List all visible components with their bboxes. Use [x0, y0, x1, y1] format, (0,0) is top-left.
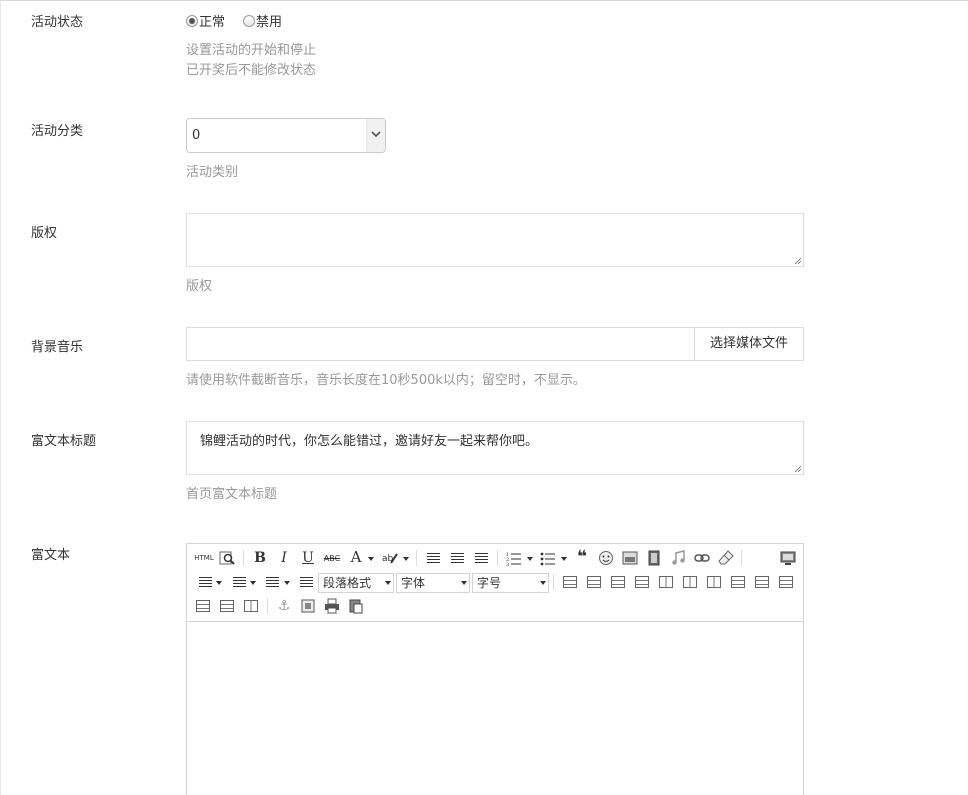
copyright-label: 版权: [31, 226, 58, 241]
blockquote-icon[interactable]: ❝: [573, 547, 591, 567]
music-help: 请使用软件截断音乐，音乐长度在10秒500k以内；留空时，不显示。: [186, 373, 586, 388]
status-label: 活动状态: [31, 15, 84, 30]
chevron-down-icon: [366, 119, 385, 152]
ordered-list-icon[interactable]: 123: [505, 549, 523, 567]
caret-down-icon[interactable]: [284, 581, 290, 585]
music-input-group: 选择媒体文件: [186, 327, 804, 361]
line-height-icon[interactable]: [263, 573, 281, 591]
font-family-select[interactable]: 字体: [396, 573, 470, 593]
insert-table-icon[interactable]: [561, 573, 579, 591]
image-icon[interactable]: [621, 549, 639, 567]
preview-icon[interactable]: [218, 549, 236, 567]
rich-text-label: 富文本: [31, 548, 71, 563]
indent-icon[interactable]: [297, 573, 315, 591]
status-help-1: 设置活动的开始和停止: [186, 43, 317, 58]
paste-icon[interactable]: [347, 597, 365, 615]
merge-cells-icon[interactable]: [729, 573, 747, 591]
toolbar-separator: [267, 598, 268, 614]
rich-text-editor: HTML B I U ABC A ab 123 ❝ 段落格式 字体 字号 ⚓: [186, 543, 804, 795]
insert-row-icon[interactable]: [633, 573, 651, 591]
split-cells-icon[interactable]: [194, 597, 212, 615]
category-help: 活动类别: [186, 165, 239, 180]
editor-content-area[interactable]: [187, 623, 803, 795]
caret-down-icon[interactable]: [368, 557, 374, 561]
resize-handle-icon[interactable]: [794, 257, 802, 265]
radio-unchecked-icon: [243, 14, 256, 27]
status-radio-disabled[interactable]: 禁用: [243, 11, 282, 30]
status-option-disabled: 禁用: [256, 15, 283, 30]
html-source-button[interactable]: HTML: [193, 549, 215, 567]
rich-title-help: 首页富文本标题: [186, 487, 278, 502]
select-media-button[interactable]: 选择媒体文件: [694, 328, 803, 360]
delete-col-icon[interactable]: [705, 573, 723, 591]
emoji-icon[interactable]: [597, 549, 615, 567]
toolbar-separator: [243, 550, 244, 566]
font-color-button[interactable]: A: [347, 548, 365, 566]
category-select-value: 0: [192, 128, 201, 143]
category-select[interactable]: 0: [186, 118, 386, 153]
caret-down-icon: [540, 581, 546, 585]
toolbar-separator: [553, 574, 554, 590]
paragraph-spacing-top-icon[interactable]: [196, 573, 214, 591]
music-icon[interactable]: [669, 549, 687, 567]
caret-down-icon[interactable]: [250, 581, 256, 585]
copyright-help: 版权: [186, 279, 213, 294]
status-option-normal: 正常: [199, 15, 226, 30]
svg-text:3: 3: [506, 562, 509, 566]
split-cols-icon[interactable]: [242, 597, 260, 615]
underline-button[interactable]: U: [299, 549, 317, 567]
anchor-icon[interactable]: ⚓: [275, 597, 293, 615]
rich-title-label: 富文本标题: [31, 434, 97, 449]
status-help-2: 已开奖后不能修改状态: [186, 63, 317, 78]
align-right-icon[interactable]: [472, 549, 490, 567]
music-label: 背景音乐: [31, 340, 84, 355]
bold-button[interactable]: B: [251, 549, 269, 567]
highlight-icon[interactable]: ab: [381, 549, 399, 567]
delete-row-icon[interactable]: [657, 573, 675, 591]
fullscreen-icon[interactable]: [779, 549, 797, 567]
toolbar-separator: [416, 550, 417, 566]
caret-down-icon[interactable]: [403, 557, 409, 561]
caret-down-icon: [461, 581, 467, 585]
paragraph-format-value: 段落格式: [323, 576, 372, 590]
resize-handle-icon[interactable]: [794, 465, 802, 473]
toolbar-separator: [497, 550, 498, 566]
caret-down-icon[interactable]: [527, 557, 533, 561]
caret-down-icon: [385, 581, 391, 585]
font-size-select[interactable]: 字号: [472, 573, 549, 593]
italic-button[interactable]: I: [275, 549, 293, 567]
video-icon[interactable]: [645, 549, 663, 567]
split-rows-icon[interactable]: [218, 597, 236, 615]
unordered-list-icon[interactable]: [539, 549, 557, 567]
status-radio-group: 正常 禁用: [186, 11, 300, 30]
category-label: 活动分类: [31, 124, 84, 139]
insert-caption-icon[interactable]: [609, 573, 627, 591]
music-input[interactable]: [187, 328, 695, 360]
rich-title-textarea[interactable]: 锦鲤活动的时代，你怎么能错过，邀请好友一起来帮你吧。: [186, 421, 804, 475]
paragraph-spacing-bottom-icon[interactable]: [230, 573, 248, 591]
paragraph-format-select[interactable]: 段落格式: [318, 573, 394, 593]
font-family-value: 字体: [401, 576, 426, 590]
rich-title-value: 锦鲤活动的时代，你怎么能错过，邀请好友一起来帮你吧。: [200, 434, 539, 449]
editor-toolbar: HTML B I U ABC A ab 123 ❝ 段落格式 字体 字号 ⚓: [187, 544, 803, 622]
insert-frame-icon[interactable]: [299, 597, 317, 615]
status-radio-normal[interactable]: 正常: [186, 11, 225, 30]
merge-down-icon[interactable]: [777, 573, 795, 591]
align-left-icon[interactable]: [424, 549, 442, 567]
align-center-icon[interactable]: [448, 549, 466, 567]
caret-down-icon[interactable]: [561, 557, 567, 561]
eraser-icon[interactable]: [717, 549, 735, 567]
insert-col-icon[interactable]: [681, 573, 699, 591]
caret-down-icon[interactable]: [216, 581, 222, 585]
toolbar-separator: [741, 550, 742, 566]
strikethrough-button[interactable]: ABC: [323, 549, 341, 567]
radio-checked-icon: [186, 14, 198, 27]
font-size-value: 字号: [477, 576, 502, 590]
table-properties-icon[interactable]: [585, 573, 603, 591]
copyright-textarea[interactable]: [186, 213, 804, 267]
link-icon[interactable]: [693, 549, 711, 567]
print-icon[interactable]: [323, 597, 341, 615]
merge-right-icon[interactable]: [753, 573, 771, 591]
